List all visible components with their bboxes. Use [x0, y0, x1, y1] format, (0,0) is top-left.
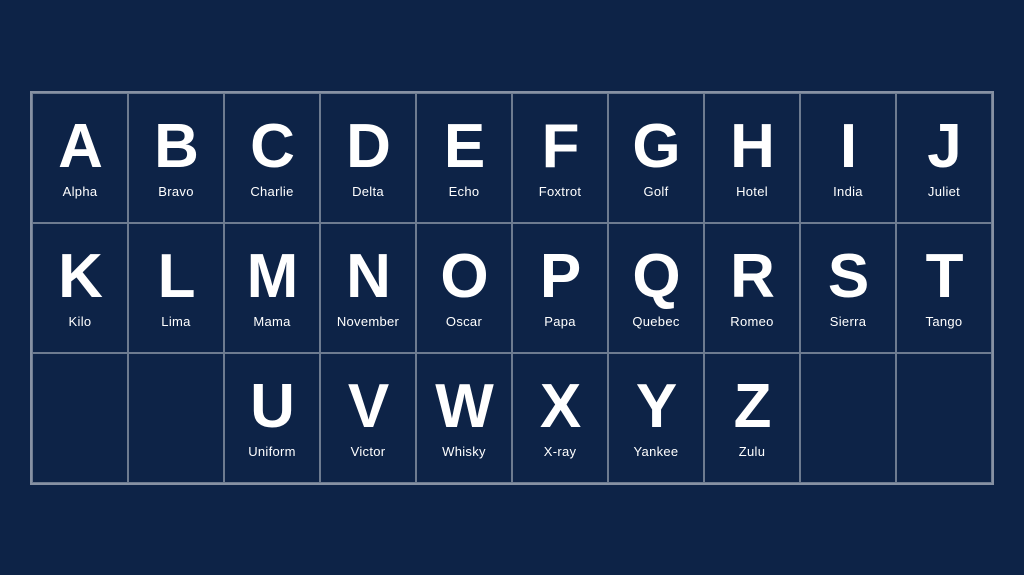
- cell-v: V Victor: [320, 353, 416, 483]
- letter-t: T: [926, 246, 963, 308]
- name-j: Juliet: [928, 184, 960, 199]
- cell-d: D Delta: [320, 93, 416, 223]
- letter-l: L: [158, 246, 195, 308]
- name-v: Victor: [351, 444, 386, 459]
- cell-f: F Foxtrot: [512, 93, 608, 223]
- name-p: Papa: [544, 314, 576, 329]
- cell-u: U Uniform: [224, 353, 320, 483]
- cell-x: X X-ray: [512, 353, 608, 483]
- letter-q: Q: [632, 246, 679, 308]
- name-z: Zulu: [739, 444, 766, 459]
- name-s: Sierra: [830, 314, 866, 329]
- cell-c: C Charlie: [224, 93, 320, 223]
- empty-cell-2-0: [32, 353, 128, 483]
- name-u: Uniform: [248, 444, 296, 459]
- letter-i: I: [840, 116, 856, 178]
- cell-y: Y Yankee: [608, 353, 704, 483]
- letter-u: U: [250, 376, 294, 438]
- grid-row-2: U Uniform V Victor W Whisky X X-ray Y Yankee Z Zulu: [32, 353, 992, 483]
- name-w: Whisky: [442, 444, 486, 459]
- name-x: X-ray: [544, 444, 577, 459]
- letter-j: J: [927, 116, 960, 178]
- cell-g: G Golf: [608, 93, 704, 223]
- name-c: Charlie: [250, 184, 293, 199]
- letter-z: Z: [734, 376, 771, 438]
- cell-i: I India: [800, 93, 896, 223]
- letter-a: A: [58, 116, 102, 178]
- letter-d: D: [346, 116, 390, 178]
- empty-cell-2-1: [128, 353, 224, 483]
- grid-row-1: K Kilo L Lima M Mama N November O Oscar P Papa Q Queb…: [32, 223, 992, 353]
- letter-f: F: [542, 116, 579, 178]
- cell-s: S Sierra: [800, 223, 896, 353]
- cell-z: Z Zulu: [704, 353, 800, 483]
- name-m: Mama: [253, 314, 290, 329]
- cell-l: L Lima: [128, 223, 224, 353]
- cell-t: T Tango: [896, 223, 992, 353]
- letter-h: H: [730, 116, 774, 178]
- letter-p: P: [540, 246, 580, 308]
- cell-q: Q Quebec: [608, 223, 704, 353]
- letter-s: S: [828, 246, 868, 308]
- letter-n: N: [346, 246, 390, 308]
- letter-r: R: [730, 246, 774, 308]
- name-y: Yankee: [634, 444, 679, 459]
- name-h: Hotel: [736, 184, 768, 199]
- letter-b: B: [154, 116, 198, 178]
- name-i: India: [833, 184, 863, 199]
- cell-k: K Kilo: [32, 223, 128, 353]
- letter-y: Y: [636, 376, 676, 438]
- letter-k: K: [58, 246, 102, 308]
- name-n: November: [337, 314, 399, 329]
- grid-row-0: A Alpha B Bravo C Charlie D Delta E Echo F Foxtrot G…: [32, 93, 992, 223]
- cell-j: J Juliet: [896, 93, 992, 223]
- name-g: Golf: [643, 184, 668, 199]
- letter-g: G: [632, 116, 679, 178]
- letter-w: W: [435, 376, 493, 438]
- name-a: Alpha: [63, 184, 98, 199]
- name-q: Quebec: [632, 314, 679, 329]
- cell-o: O Oscar: [416, 223, 512, 353]
- letter-v: V: [348, 376, 388, 438]
- letter-e: E: [444, 116, 484, 178]
- name-k: Kilo: [69, 314, 92, 329]
- cell-r: R Romeo: [704, 223, 800, 353]
- letter-m: M: [247, 246, 298, 308]
- nato-alphabet-grid: A Alpha B Bravo C Charlie D Delta E Echo F Foxtrot G…: [30, 91, 994, 485]
- letter-c: C: [250, 116, 294, 178]
- name-b: Bravo: [158, 184, 193, 199]
- name-t: Tango: [926, 314, 963, 329]
- cell-a: A Alpha: [32, 93, 128, 223]
- name-o: Oscar: [446, 314, 482, 329]
- name-f: Foxtrot: [539, 184, 582, 199]
- cell-n: N November: [320, 223, 416, 353]
- cell-e: E Echo: [416, 93, 512, 223]
- cell-m: M Mama: [224, 223, 320, 353]
- name-r: Romeo: [730, 314, 773, 329]
- empty-cell-2-8: [800, 353, 896, 483]
- name-l: Lima: [161, 314, 190, 329]
- name-d: Delta: [352, 184, 384, 199]
- letter-x: X: [540, 376, 580, 438]
- cell-h: H Hotel: [704, 93, 800, 223]
- cell-p: P Papa: [512, 223, 608, 353]
- empty-cell-2-9: [896, 353, 992, 483]
- cell-b: B Bravo: [128, 93, 224, 223]
- name-e: Echo: [449, 184, 480, 199]
- cell-w: W Whisky: [416, 353, 512, 483]
- letter-o: O: [440, 246, 487, 308]
